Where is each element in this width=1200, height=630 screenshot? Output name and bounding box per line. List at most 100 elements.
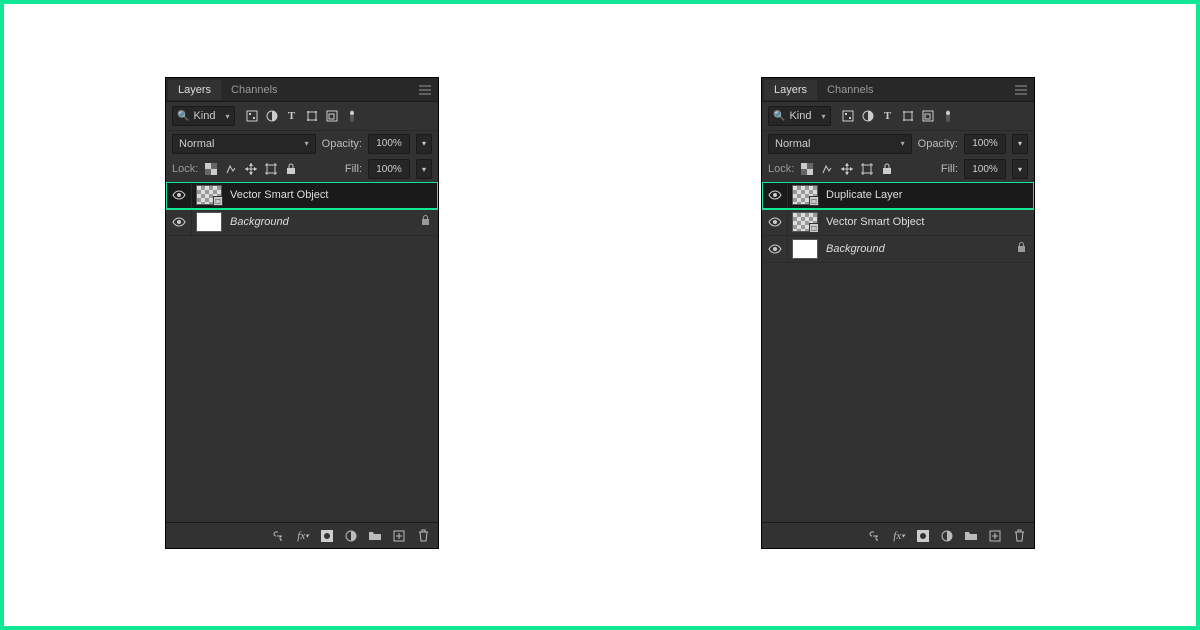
opacity-label: Opacity: [322,138,362,150]
visibility-toggle[interactable] [166,209,192,235]
smart-object-badge: ⬚ [809,223,819,233]
filter-toggle[interactable] [941,109,955,123]
opacity-value[interactable]: 100% [964,134,1006,154]
layer-row[interactable]: Background [762,236,1034,263]
filter-icons: T [245,109,359,123]
layers-panel-left: Layers Channels 🔍 Kind ▾ T [166,78,438,548]
layers-panel-right: Layers Channels 🔍 Kind ▾ T [762,78,1034,548]
lock-position-icon[interactable] [244,162,258,176]
eye-icon [768,244,782,254]
fill-value[interactable]: 100% [964,159,1006,179]
new-group-icon[interactable] [368,529,382,543]
lock-artboard-icon[interactable] [860,162,874,176]
filter-adjust-icon[interactable] [265,109,279,123]
fill-value[interactable]: 100% [368,159,410,179]
opacity-chevron[interactable]: ▾ [416,134,432,154]
layer-row[interactable]: ⬚ Vector Smart Object [762,209,1034,236]
tab-channels[interactable]: Channels [817,80,883,100]
visibility-toggle[interactable] [762,209,788,235]
lock-all-icon[interactable] [284,162,298,176]
lock-position-icon[interactable] [840,162,854,176]
layer-fx-icon[interactable]: fx▾ [892,529,906,543]
lock-all-icon[interactable] [880,162,894,176]
visibility-toggle[interactable] [762,182,788,208]
layers-list-left: ⬚ Vector Smart Object Background [166,182,438,522]
layer-mask-icon[interactable] [916,529,930,543]
delete-layer-icon[interactable] [1012,529,1026,543]
filter-smart-icon[interactable] [921,109,935,123]
chevron-down-icon: ▾ [305,139,309,148]
layer-row[interactable]: ⬚ Vector Smart Object [166,182,438,209]
layer-fx-icon[interactable]: fx▾ [296,529,310,543]
filter-row: 🔍 Kind ▾ T [762,102,1034,130]
tab-layers[interactable]: Layers [764,80,817,100]
filter-shape-icon[interactable] [901,109,915,123]
blend-mode-select[interactable]: Normal ▾ [172,134,316,154]
lock-image-icon[interactable] [224,162,238,176]
layer-thumbnail[interactable]: ⬚ [792,185,818,205]
blend-mode-value: Normal [775,138,810,150]
blend-mode-value: Normal [179,138,214,150]
filter-pixel-icon[interactable] [841,109,855,123]
lock-transparency-icon[interactable] [800,162,814,176]
panel-tabs: Layers Channels [762,78,1034,102]
layer-name[interactable]: Vector Smart Object [826,216,924,228]
tab-channels[interactable]: Channels [221,80,287,100]
eye-icon [172,217,186,227]
filter-pixel-icon[interactable] [245,109,259,123]
adjustment-layer-icon[interactable] [344,529,358,543]
smart-object-badge: ⬚ [213,196,223,206]
fill-chevron[interactable]: ▾ [416,159,432,179]
fill-chevron[interactable]: ▾ [1012,159,1028,179]
layer-thumbnail[interactable] [792,239,818,259]
layer-lock-icon [421,215,430,229]
lock-label: Lock: [768,163,794,175]
filter-type-icon[interactable]: T [285,109,299,123]
layer-thumbnail[interactable] [196,212,222,232]
visibility-toggle[interactable] [166,182,192,208]
layer-mask-icon[interactable] [320,529,334,543]
filter-adjust-icon[interactable] [861,109,875,123]
eye-icon [768,190,782,200]
panel-menu-icon[interactable] [1014,85,1028,95]
layer-name[interactable]: Vector Smart Object [230,189,328,201]
lock-row: Lock: Fill: 100% ▾ [762,156,1034,182]
filter-icons: T [841,109,955,123]
visibility-toggle[interactable] [762,236,788,262]
delete-layer-icon[interactable] [416,529,430,543]
filter-kind-label: Kind [193,110,215,122]
filter-shape-icon[interactable] [305,109,319,123]
layer-name[interactable]: Background [230,216,289,228]
panel-bottom-bar: fx▾ [762,522,1034,548]
layer-row[interactable]: ⬚ Duplicate Layer [762,182,1034,209]
filter-toggle[interactable] [345,109,359,123]
new-group-icon[interactable] [964,529,978,543]
link-layers-icon[interactable] [272,529,286,543]
lock-transparency-icon[interactable] [204,162,218,176]
layer-filter-type[interactable]: 🔍 Kind ▾ [172,106,235,126]
filter-smart-icon[interactable] [325,109,339,123]
new-layer-icon[interactable] [988,529,1002,543]
panel-tabs: Layers Channels [166,78,438,102]
lock-image-icon[interactable] [820,162,834,176]
layer-name[interactable]: Background [826,243,885,255]
layer-row[interactable]: Background [166,209,438,236]
layer-name[interactable]: Duplicate Layer [826,189,902,201]
blend-mode-select[interactable]: Normal ▾ [768,134,912,154]
outer-frame: Layers Channels 🔍 Kind ▾ T [0,0,1200,630]
lock-artboard-icon[interactable] [264,162,278,176]
chevron-down-icon: ▾ [821,112,825,121]
tab-layers[interactable]: Layers [168,80,221,100]
new-layer-icon[interactable] [392,529,406,543]
link-layers-icon[interactable] [868,529,882,543]
adjustment-layer-icon[interactable] [940,529,954,543]
filter-type-icon[interactable]: T [881,109,895,123]
layer-thumbnail[interactable]: ⬚ [196,185,222,205]
panel-bottom-bar: fx▾ [166,522,438,548]
layer-filter-type[interactable]: 🔍 Kind ▾ [768,106,831,126]
opacity-chevron[interactable]: ▾ [1012,134,1028,154]
layers-list-right: ⬚ Duplicate Layer ⬚ Vector Smart Object Back… [762,182,1034,522]
opacity-value[interactable]: 100% [368,134,410,154]
layer-thumbnail[interactable]: ⬚ [792,212,818,232]
panel-menu-icon[interactable] [418,85,432,95]
